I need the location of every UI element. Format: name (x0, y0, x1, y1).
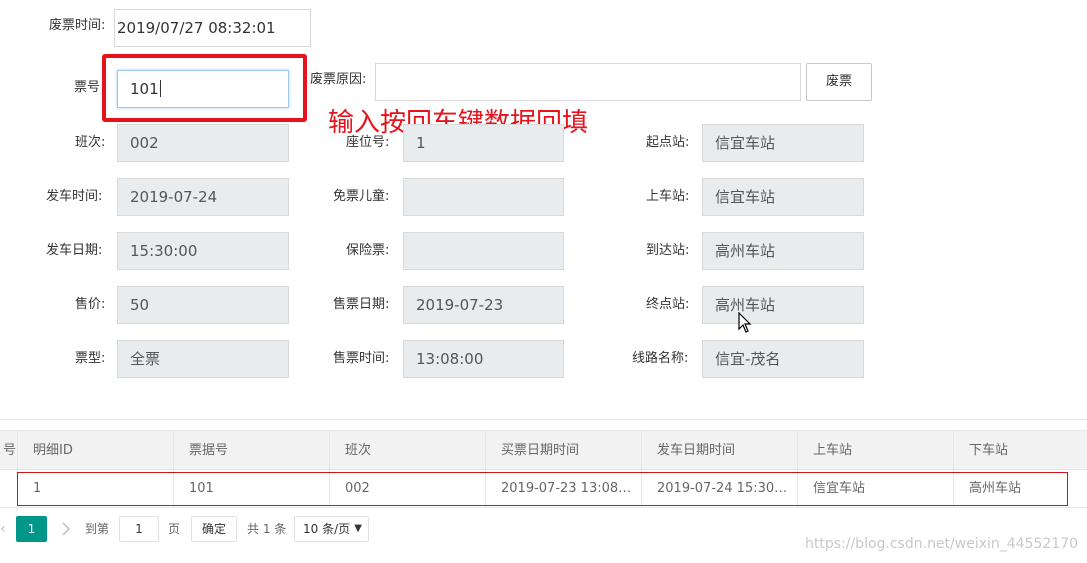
th-index: 号 (3, 443, 17, 458)
insurance-field[interactable] (403, 232, 564, 270)
th-shift: 班次 (345, 443, 372, 458)
void-reason-input[interactable] (375, 63, 801, 101)
sale-date-label: 售票日期: (333, 297, 390, 312)
goto-page-input[interactable]: 1 (119, 516, 159, 542)
sale-time-field[interactable]: 13:08:00 (403, 340, 564, 378)
terminal-station-label: 终点站: (646, 297, 690, 312)
prev-page-icon[interactable]: ‹ (0, 516, 10, 542)
page-size-select[interactable]: 10 条/页 ▼ (294, 516, 369, 542)
th-ticket-no: 票据号 (189, 443, 229, 458)
td-index (0, 470, 18, 507)
route-name-field[interactable]: 信宜-茂名 (702, 340, 864, 378)
free-child-label: 免票儿童: (333, 189, 390, 204)
terminal-station-field[interactable]: 高州车站 (702, 286, 864, 324)
th-alight-station: 下车站 (969, 443, 1009, 458)
void-button[interactable]: 废票 (806, 63, 872, 101)
void-time-field[interactable]: 2019/07/27 08:32:01 (114, 9, 311, 47)
void-time-label: 废票时间: (49, 18, 106, 33)
price-field[interactable]: 50 (117, 286, 289, 324)
price-label: 售价: (75, 297, 106, 312)
watermark: https://blog.csdn.net/weixin_44552170 (805, 536, 1079, 552)
row-highlight (17, 472, 1068, 506)
mouse-cursor-icon (738, 312, 752, 333)
boarding-station-label: 上车站: (646, 189, 690, 204)
depart-date-label: 发车日期: (46, 243, 103, 258)
dropdown-arrow-icon: ▼ (354, 523, 362, 534)
th-detail-id: 明细ID (33, 443, 73, 458)
th-depart-datetime: 发车日期时间 (657, 443, 736, 458)
boarding-station-field[interactable]: 信宜车站 (702, 178, 864, 216)
route-name-label: 线路名称: (632, 351, 689, 366)
ticket-no-highlight (102, 54, 307, 122)
arrival-station-label: 到达站: (646, 243, 690, 258)
seat-no-label: 座位号: (346, 135, 390, 150)
total-count: 共 1 条 (247, 522, 287, 536)
void-reason-label: 废票原因: (310, 72, 367, 87)
page-size-value: 10 条/页 (303, 522, 351, 536)
ticket-no-label: 票号 (74, 80, 101, 95)
arrival-station-field[interactable]: 高州车站 (702, 232, 864, 270)
chevron-right-icon[interactable] (60, 521, 72, 537)
ticket-type-label: 票型: (75, 351, 106, 366)
shift-field[interactable]: 002 (117, 124, 289, 162)
confirm-button[interactable]: 确定 (191, 516, 237, 542)
th-buy-datetime: 买票日期时间 (501, 443, 580, 458)
sale-date-field[interactable]: 2019-07-23 (403, 286, 564, 324)
origin-station-label: 起点站: (646, 135, 690, 150)
depart-time-field[interactable]: 2019-07-24 (117, 178, 289, 216)
goto-label: 到第 (85, 522, 110, 536)
current-page[interactable]: 1 (16, 516, 47, 542)
th-boarding-station: 上车站 (813, 443, 853, 458)
free-child-field[interactable] (403, 178, 564, 216)
section-divider (0, 419, 1087, 420)
depart-time-label: 发车时间: (46, 189, 103, 204)
seat-no-field[interactable]: 1 (403, 124, 564, 162)
origin-station-field[interactable]: 信宜车站 (702, 124, 864, 162)
insurance-label: 保险票: (346, 243, 390, 258)
shift-label: 班次: (75, 135, 106, 150)
sale-time-label: 售票时间: (333, 351, 390, 366)
table-header: 号 明细ID 票据号 班次 买票日期时间 发车日期时间 上车站 下车站 (0, 430, 1087, 470)
depart-date-field[interactable]: 15:30:00 (117, 232, 289, 270)
page-label: 页 (168, 522, 181, 536)
ticket-type-field[interactable]: 全票 (117, 340, 289, 378)
